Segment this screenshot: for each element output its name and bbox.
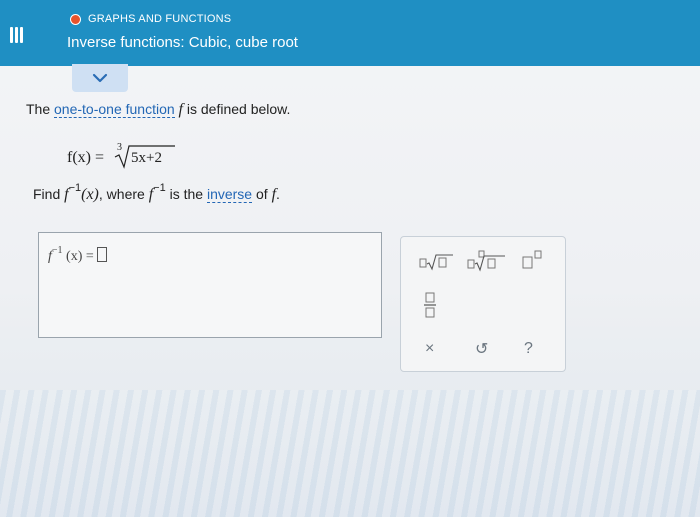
radicand: 5x+2: [131, 150, 162, 166]
find-instruction: Find f−1(x), where f−1 is the inverse of…: [33, 182, 280, 204]
inverse-link[interactable]: inverse: [206, 186, 253, 203]
collapse-toggle-button[interactable]: [72, 64, 128, 92]
answer-rest: (x) =: [66, 249, 94, 264]
find-is: is the: [165, 186, 207, 202]
intro-suffix: is defined below.: [183, 101, 291, 117]
status-dot-icon: [70, 14, 81, 25]
find-sup: −1: [68, 182, 82, 194]
find-end: .: [276, 186, 280, 202]
one-to-one-function-link[interactable]: one-to-one function: [54, 101, 175, 118]
section-label: GRAPHS AND FUNCTIONS: [88, 13, 232, 25]
square-root-icon[interactable]: [467, 250, 507, 272]
math-tool-panel: × ↺ ?: [400, 236, 566, 372]
fraction-icon[interactable]: [423, 292, 437, 318]
intro-prefix: The: [26, 101, 55, 117]
find-prefix: Find: [33, 186, 65, 202]
find-f: f: [64, 186, 69, 203]
screen-moire: [0, 390, 700, 517]
equation-lhs: f(x) =: [67, 149, 104, 166]
answer-placeholder-icon[interactable]: [96, 247, 107, 262]
menu-icon[interactable]: [10, 27, 24, 43]
help-button[interactable]: ?: [524, 340, 533, 358]
answer-sup: −1: [51, 245, 63, 256]
where-sup: −1: [153, 182, 166, 194]
find-mid: , where: [98, 186, 149, 202]
of-text: of: [252, 186, 272, 202]
find-arg: (x): [81, 186, 99, 203]
answer-input-box[interactable]: f−1 (x) =: [38, 232, 382, 338]
exponent-icon[interactable]: [521, 250, 551, 270]
header-bar: GRAPHS AND FUNCTIONS Inverse functions: …: [0, 0, 700, 66]
chevron-down-icon: [92, 73, 108, 83]
root-index: 3: [117, 142, 122, 153]
problem-statement: The one-to-one function f is defined bel…: [26, 101, 290, 119]
nth-root-icon[interactable]: [419, 253, 455, 271]
undo-button[interactable]: ↺: [475, 339, 488, 359]
clear-button[interactable]: ×: [425, 340, 434, 358]
function-equation: f(x) = 3 5x+2: [67, 142, 175, 169]
topic-title: Inverse functions: Cubic, cube root: [67, 34, 298, 51]
answer-label: f−1 (x) =: [48, 245, 107, 265]
